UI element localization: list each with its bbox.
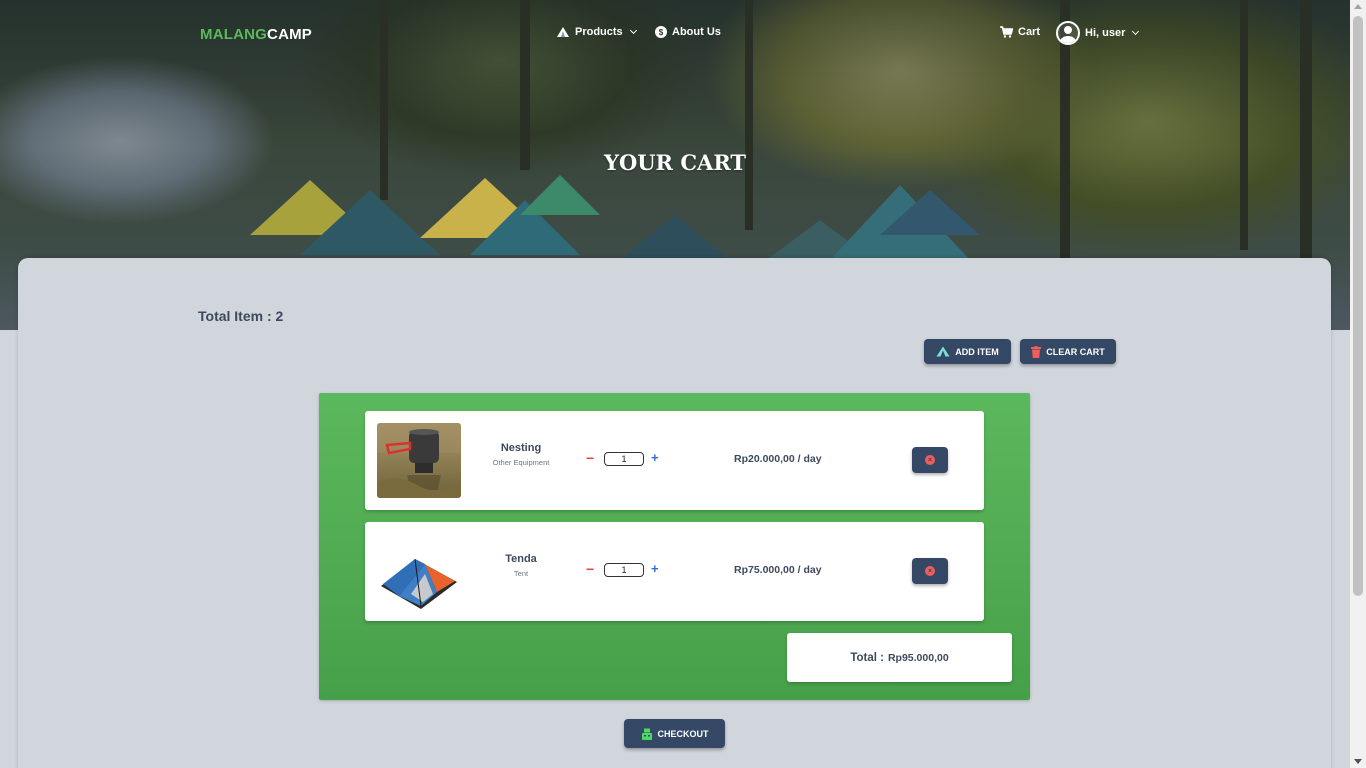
remove-item-button[interactable]: × [912,447,948,473]
clear-cart-button[interactable]: CLEAR CART [1020,339,1116,364]
add-item-button[interactable]: ADD ITEM [924,339,1011,364]
tent-icon [936,346,950,357]
nav-products-dropdown[interactable]: Products [556,26,637,38]
item-price: Rp75.000,00 / day [734,564,822,576]
quantity-decrease-button[interactable]: − [586,562,594,576]
item-image-tenda [377,534,461,609]
item-name: Tenda [505,553,537,565]
nav-cart-label: Cart [1018,26,1041,38]
total-label: Total : [850,651,884,664]
nav-cart-link[interactable]: Cart [1000,26,1040,38]
chevron-down-icon [629,26,637,35]
page-title: YOUR CART [603,150,747,175]
brand-logo[interactable]: MALANGCAMP [200,26,312,43]
checkout-label: CHECKOUT [657,728,709,739]
item-image-nesting [377,423,461,498]
nav-user-label: Hi, user [1085,27,1126,39]
nav-about-label: About Us [672,26,721,38]
nav-about-link[interactable]: $ About Us [655,26,721,38]
quantity-decrease-button[interactable]: − [586,451,594,465]
brand-part-malang: MALANG [200,26,268,43]
nav-user-dropdown[interactable]: Hi, user [1056,21,1140,45]
quantity-increase-button[interactable]: + [651,562,659,576]
scroll-down-arrow-icon[interactable] [1354,759,1362,764]
user-avatar-icon [1056,21,1080,45]
tent-icon [557,27,569,37]
scroll-up-arrow-icon[interactable] [1354,4,1362,9]
cart-icon [1000,26,1013,38]
item-price: Rp20.000,00 / day [734,453,822,465]
close-circle-icon: × [925,455,935,465]
add-item-label: ADD ITEM [955,346,999,357]
nav-products-label: Products [575,26,623,38]
item-name: Nesting [500,442,542,454]
clear-cart-label: CLEAR CART [1046,346,1105,357]
checkout-button[interactable]: CHECKOUT [624,719,725,748]
quantity-input[interactable] [604,563,644,577]
close-circle-icon: × [925,566,935,576]
remove-item-button[interactable]: × [912,558,948,584]
quantity-increase-button[interactable]: + [651,451,659,465]
item-category: Tent [513,569,529,578]
page-scrollbar[interactable] [1350,0,1366,768]
brand-part-camp: CAMP [267,26,312,43]
quantity-input[interactable] [604,452,644,466]
cart-total-box: Total : Rp95.000,00 [787,633,1012,682]
cart-item: Nesting Other Equipment − + Rp20.000,00 … [365,411,984,510]
register-icon [641,728,652,740]
total-value: Rp95.000,00 [887,651,949,664]
scrollbar-thumb[interactable] [1353,16,1363,596]
chevron-down-icon [1132,27,1140,36]
cart-item: Tenda Tent − + Rp75.000,00 / day × [365,522,984,621]
coin-icon: $ [655,26,667,38]
total-item-count: Total Item : 2 [198,308,284,324]
item-category: Other Equipment [492,458,550,467]
navbar: MALANGCAMP Products $ About Us Cart Hi, … [0,0,1350,66]
trash-icon [1031,345,1042,358]
